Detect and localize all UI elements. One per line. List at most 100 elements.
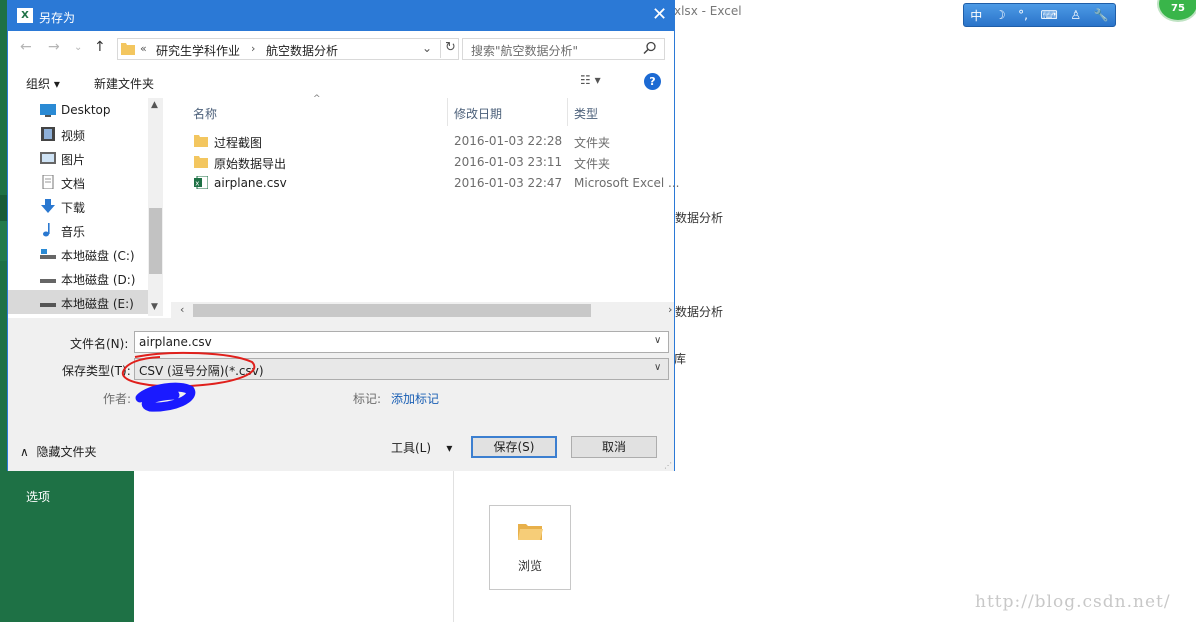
- forward-arrow-icon[interactable]: →: [48, 39, 60, 55]
- sort-ascending-icon: ^: [313, 94, 321, 104]
- breadcrumb-segment-1[interactable]: 研究生学科作业: [156, 42, 240, 59]
- file-row[interactable]: 原始数据导出 2016-01-03 23:11 文件夹: [171, 152, 674, 173]
- scroll-thumb[interactable]: [149, 208, 162, 274]
- tools-label: 工具(L): [391, 441, 432, 455]
- breadcrumb-overflow[interactable]: «: [140, 42, 147, 55]
- folder-icon: [121, 43, 135, 55]
- keyboard-icon[interactable]: ⌨: [1041, 8, 1058, 22]
- file-row[interactable]: 过程截图 2016-01-03 22:28 文件夹: [171, 131, 674, 152]
- recent-folder-2[interactable]: 数据分析: [675, 303, 723, 320]
- navigation-pane: Desktop 视频 图片 文档 下载 音乐 本地磁盘 (C:) 本地磁盘 (D…: [8, 98, 163, 316]
- file-type: Microsoft Excel ...: [574, 176, 680, 190]
- nav-item-label: 视频: [61, 129, 86, 143]
- watermark: http://blog.csdn.net/: [975, 592, 1171, 612]
- document-icon: [42, 175, 54, 189]
- nav-item-drive-e[interactable]: 本地磁盘 (E:): [8, 290, 148, 314]
- column-header-name[interactable]: ^ 名称: [171, 94, 447, 126]
- browse-button[interactable]: 浏览: [489, 505, 571, 590]
- nav-item-desktop[interactable]: Desktop: [8, 98, 148, 122]
- file-type: 文件夹: [574, 157, 611, 171]
- file-modified: 2016-01-03 23:11: [454, 155, 563, 169]
- chevron-down-icon[interactable]: ∨: [654, 362, 661, 373]
- nav-item-drive-d[interactable]: 本地磁盘 (D:): [8, 266, 148, 290]
- file-modified: 2016-01-03 22:47: [454, 176, 563, 190]
- folder-icon: [194, 156, 208, 168]
- column-header-modified[interactable]: 修改日期: [448, 98, 567, 126]
- organize-button[interactable]: 组织 ▾: [26, 75, 60, 92]
- excel-window-title: xlsx - Excel: [674, 4, 742, 18]
- sidebar-item-options[interactable]: 选项: [26, 488, 50, 505]
- download-icon: [41, 199, 55, 213]
- wrench-icon[interactable]: 🔧: [1094, 8, 1109, 22]
- nav-item-videos[interactable]: 视频: [8, 122, 148, 146]
- filename-value: airplane.csv: [139, 335, 212, 349]
- video-icon: [41, 127, 55, 141]
- file-list-hscrollbar[interactable]: ‹ ›: [171, 302, 674, 319]
- filename-input[interactable]: airplane.csv ∨: [134, 331, 669, 353]
- file-modified: 2016-01-03 22:28: [454, 134, 563, 148]
- close-icon[interactable]: ✕: [652, 5, 667, 25]
- browse-label: 浏览: [517, 559, 542, 573]
- drive-icon: [40, 303, 56, 307]
- nav-item-label: Desktop: [61, 103, 111, 117]
- ime-toolbar[interactable]: 中 ☽ °, ⌨ ♙ 🔧: [963, 3, 1116, 27]
- new-folder-button[interactable]: 新建文件夹: [94, 75, 154, 92]
- excel-file-icon: x: [194, 176, 208, 189]
- nav-item-label: 音乐: [61, 225, 86, 239]
- backstage-divider: [453, 470, 454, 622]
- resize-grip-icon[interactable]: ⋰: [664, 461, 672, 470]
- ime-mode[interactable]: 中: [970, 7, 982, 24]
- save-button[interactable]: 保存(S): [471, 436, 557, 458]
- hide-folders-toggle[interactable]: ∧ 隐藏文件夹: [20, 443, 96, 460]
- column-header-type[interactable]: 类型: [568, 98, 674, 126]
- chevron-down-icon: ▾: [446, 441, 453, 455]
- refresh-icon[interactable]: ↻: [440, 40, 460, 58]
- view-options-icon[interactable]: ☷ ▾: [580, 73, 601, 87]
- back-arrow-icon[interactable]: ←: [20, 39, 32, 55]
- recent-locations-chevron-icon[interactable]: ⌄: [74, 42, 82, 53]
- help-icon[interactable]: ?: [644, 73, 661, 90]
- nav-pane-scrollbar[interactable]: ▲ ▼: [148, 98, 163, 316]
- address-dropdown-icon[interactable]: ⌄: [422, 41, 432, 55]
- chevron-up-icon: ∧: [20, 445, 29, 459]
- cancel-button[interactable]: 取消: [571, 436, 657, 458]
- nav-item-drive-c[interactable]: 本地磁盘 (C:): [8, 242, 148, 266]
- scroll-down-icon[interactable]: ▼: [151, 302, 158, 312]
- scroll-right-icon[interactable]: ›: [668, 303, 672, 316]
- column-header-label: 名称: [193, 107, 218, 121]
- tags-label: 标记:: [353, 392, 382, 406]
- up-arrow-icon[interactable]: ↑: [94, 39, 106, 55]
- punctuation-icon[interactable]: °,: [1018, 8, 1028, 22]
- nav-item-documents[interactable]: 文档: [8, 170, 148, 194]
- chevron-down-icon[interactable]: ∨: [654, 335, 661, 346]
- nav-item-pictures[interactable]: 图片: [8, 146, 148, 170]
- scroll-thumb[interactable]: [193, 304, 591, 317]
- breadcrumb-segment-2[interactable]: 航空数据分析: [266, 42, 338, 59]
- status-badge: 75: [1157, 0, 1196, 22]
- svg-text:x: x: [195, 180, 199, 188]
- moon-icon[interactable]: ☽: [995, 8, 1006, 22]
- nav-item-music[interactable]: 音乐: [8, 218, 148, 242]
- column-header-label: 类型: [574, 107, 599, 121]
- recent-folder-3[interactable]: 库: [674, 350, 686, 367]
- tools-menu[interactable]: 工具(L) ▾: [391, 439, 452, 456]
- search-box[interactable]: 搜索"航空数据分析": [462, 38, 665, 60]
- scroll-left-icon[interactable]: ‹: [180, 303, 184, 316]
- search-placeholder: 搜索"航空数据分析": [471, 44, 579, 58]
- nav-item-downloads[interactable]: 下载: [8, 194, 148, 218]
- hide-folders-label: 隐藏文件夹: [36, 445, 97, 459]
- file-name: airplane.csv: [214, 176, 287, 190]
- open-folder-icon: [518, 524, 543, 540]
- search-icon[interactable]: [643, 41, 657, 55]
- nav-item-label: 下载: [61, 201, 86, 215]
- address-bar[interactable]: « 研究生学科作业 › 航空数据分析 ⌄ ↻: [117, 38, 459, 60]
- recent-folder-1[interactable]: 数据分析: [675, 209, 723, 226]
- add-tags-link[interactable]: 添加标记: [391, 390, 439, 407]
- save-as-dialog: X 另存为 ✕ ← → ⌄ ↑ « 研究生学科作业 › 航空数据分析 ⌄ ↻ 搜…: [7, 0, 679, 471]
- file-row[interactable]: x airplane.csv 2016-01-03 22:47 Microsof…: [171, 173, 679, 194]
- filetype-select[interactable]: CSV (逗号分隔)(*.csv) ∨: [134, 358, 669, 380]
- user-icon[interactable]: ♙: [1070, 8, 1081, 22]
- dialog-title-bar[interactable]: X 另存为 ✕: [8, 1, 674, 31]
- scroll-up-icon[interactable]: ▲: [151, 100, 158, 110]
- breadcrumb-separator-icon[interactable]: ›: [251, 42, 255, 55]
